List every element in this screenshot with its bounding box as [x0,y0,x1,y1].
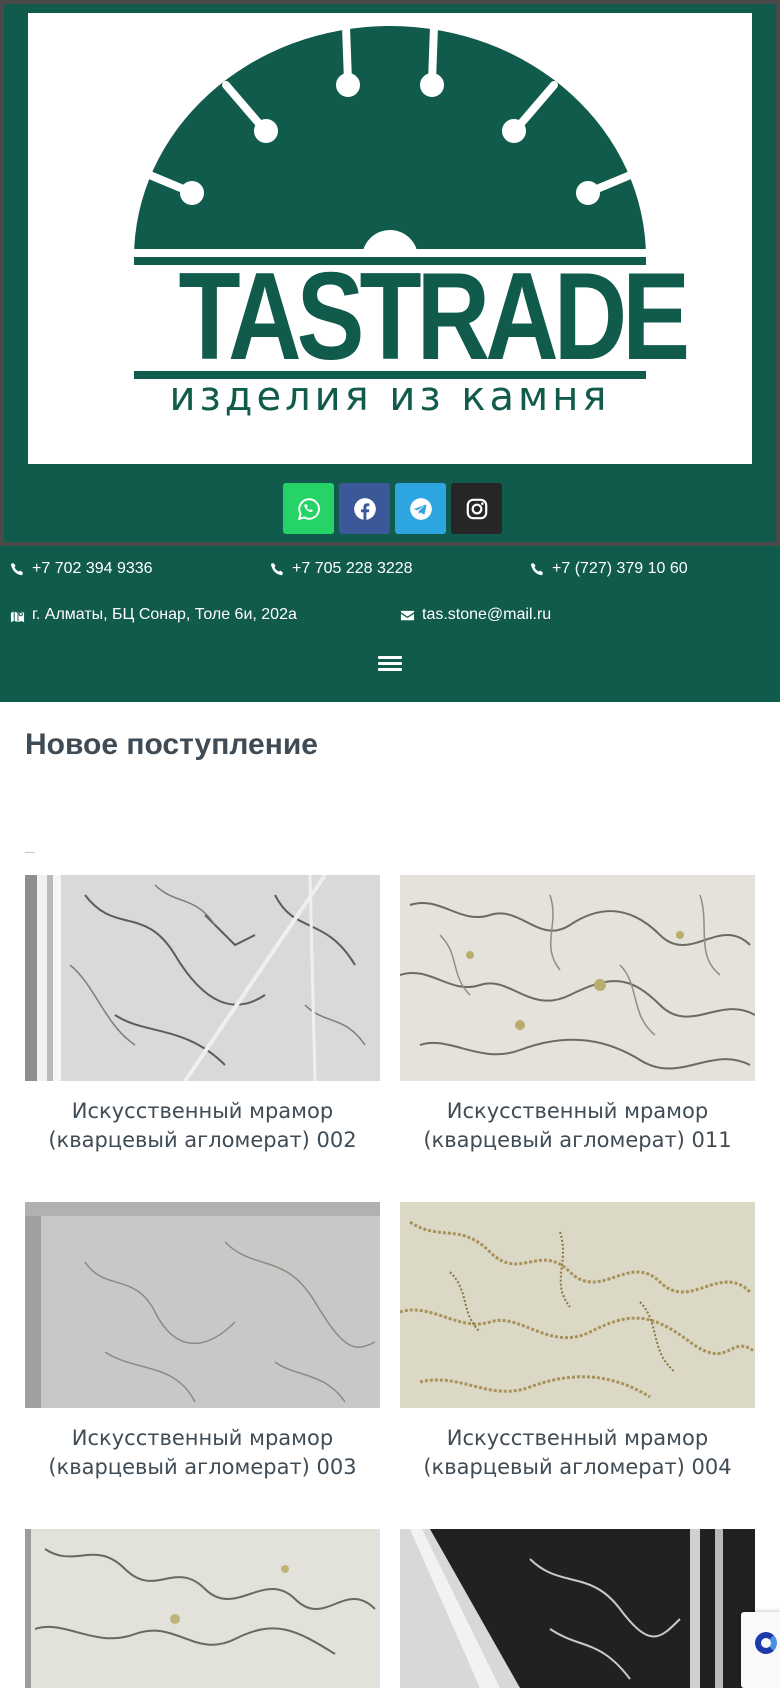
product-title-line2: (кварцевый агломерат) 002 [48,1128,357,1152]
product-image[interactable] [400,1529,755,1688]
instagram-button[interactable] [451,483,502,534]
product-title[interactable]: Искусственный мрамор (кварцевый агломера… [25,1097,380,1155]
product-image[interactable] [25,875,380,1081]
contact-phone-3[interactable]: +7 (727) 379 10 60 [530,560,688,578]
product-image[interactable] [400,875,755,1081]
product-title-line2: (кварцевый агломерат) 004 [423,1455,732,1479]
product-title-line1: Искусственный мрамор [71,1426,334,1450]
product-card[interactable] [25,1529,380,1688]
hamburger-icon-bar [378,668,402,671]
map-marker-icon [10,611,25,622]
product-card[interactable] [400,1529,755,1688]
contact-phone-1[interactable]: +7 702 394 9336 [10,560,153,578]
envelope-icon [400,610,415,620]
divider [25,852,35,853]
hamburger-icon-bar [378,662,402,665]
social-links [283,483,502,534]
recaptcha-badge[interactable] [741,1612,780,1688]
section-title: Новое поступление [25,728,318,761]
site-header: TASTRADE изделия из камня [0,0,780,546]
site-logo[interactable]: TASTRADE изделия из камня [28,13,752,464]
product-title-line2: (кварцевый агломерат) 011 [423,1128,732,1152]
product-card[interactable]: Искусственный мрамор (кварцевый агломера… [400,1202,755,1482]
contact-email[interactable]: tas.stone@mail.ru [400,606,551,624]
phone-icon [530,562,543,575]
product-title-line1: Искусственный мрамор [446,1426,709,1450]
email-text: tas.stone@mail.ru [422,606,552,623]
product-image[interactable] [25,1202,380,1408]
contact-phone-2[interactable]: +7 705 228 3228 [270,560,413,578]
product-card[interactable]: Искусственный мрамор (кварцевый агломера… [25,1202,380,1482]
phone-1-text: +7 702 394 9336 [32,560,153,577]
product-title[interactable]: Искусственный мрамор (кварцевый агломера… [25,1424,380,1482]
phone-2-text: +7 705 228 3228 [292,560,413,577]
hamburger-icon-bar [378,656,402,659]
product-title[interactable]: Искусственный мрамор (кварцевый агломера… [400,1097,755,1155]
phone-3-text: +7 (727) 379 10 60 [552,560,688,577]
product-card[interactable]: Искусственный мрамор (кварцевый агломера… [25,875,380,1155]
product-image[interactable] [25,1529,380,1688]
telegram-icon [409,497,432,520]
address-text: г. Алматы, БЦ Сонар, Толе 6и, 202а [32,606,297,623]
product-card[interactable]: Искусственный мрамор (кварцевый агломера… [400,875,755,1155]
whatsapp-icon [297,497,320,520]
recaptcha-icon [755,1632,777,1654]
instagram-icon [466,498,487,519]
product-title-line1: Искусственный мрамор [446,1099,709,1123]
menu-toggle-button[interactable] [378,656,402,676]
phone-icon [270,562,283,575]
product-title[interactable]: Искусственный мрамор (кварцевый агломера… [400,1424,755,1482]
product-title-line2: (кварцевый агломерат) 003 [48,1455,357,1479]
phone-icon [10,562,23,575]
whatsapp-button[interactable] [283,483,334,534]
logo-tagline: изделия из камня [169,374,611,420]
facebook-icon [353,497,376,520]
contact-bar: +7 702 394 9336 +7 705 228 3228 +7 (727)… [0,546,780,702]
logo-wordmark: TASTRADE [178,248,690,386]
contact-address[interactable]: г. Алматы, БЦ Сонар, Толе 6и, 202а [10,606,297,624]
product-title-line1: Искусственный мрамор [71,1099,334,1123]
product-image[interactable] [400,1202,755,1408]
facebook-button[interactable] [339,483,390,534]
telegram-button[interactable] [395,483,446,534]
